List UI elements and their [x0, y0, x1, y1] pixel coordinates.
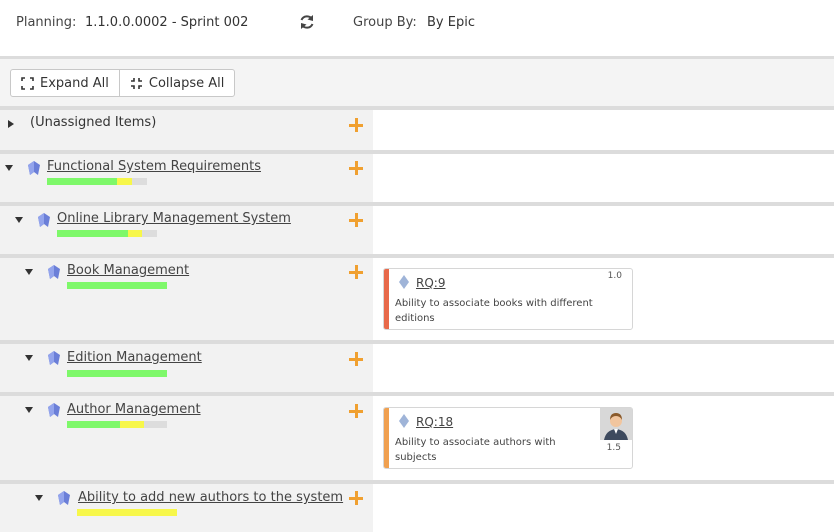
priority-stripe — [384, 269, 389, 329]
epic-icon — [28, 161, 40, 175]
epic-icon — [38, 213, 50, 227]
add-item-icon[interactable] — [349, 352, 363, 366]
owner-avatar[interactable] — [600, 408, 632, 440]
requirement-card[interactable]: RQ:9 1.0 Ability to associate books with… — [383, 268, 633, 330]
epic-title-link[interactable]: Online Library Management System — [57, 211, 291, 226]
requirement-card[interactable]: RQ:18 1.5 Ability to associate authors w… — [383, 407, 633, 469]
planning-label: Planning: — [16, 15, 77, 30]
epic-title-link[interactable]: Author Management — [67, 402, 201, 417]
epic-title-link[interactable]: Ability to add new authors to the system — [78, 490, 343, 505]
expand-collapse-group: Expand All Collapse All — [10, 69, 236, 97]
requirement-icon — [399, 275, 409, 289]
planning-release-selector[interactable]: 1.1.0.0.0002 - Sprint 002 — [85, 15, 248, 30]
collapse-all-button[interactable]: Collapse All — [118, 70, 235, 96]
toolbar: Expand All Collapse All — [0, 59, 834, 106]
add-item-icon[interactable] — [349, 404, 363, 418]
collapse-caret-icon[interactable] — [25, 269, 33, 275]
epic-icon — [48, 265, 60, 279]
epic-progress-bar — [67, 282, 167, 289]
epic-progress-bar — [77, 509, 177, 516]
group-by-label: Group By: — [353, 15, 417, 30]
estimate-points: 1.5 — [606, 443, 621, 453]
collapse-caret-icon[interactable] — [15, 217, 23, 223]
planning-header: Planning: 1.1.0.0.0002 - Sprint 002 Grou… — [0, 0, 834, 56]
requirement-id-link[interactable]: RQ:9 — [416, 276, 445, 290]
epic-icon — [48, 403, 60, 417]
expand-caret-icon[interactable] — [8, 120, 14, 128]
add-item-icon[interactable] — [349, 161, 363, 175]
collapse-caret-icon[interactable] — [5, 165, 13, 171]
epic-progress-bar — [47, 178, 147, 185]
add-item-icon[interactable] — [349, 491, 363, 505]
priority-stripe — [384, 408, 389, 468]
collapse-icon — [130, 77, 142, 89]
board-row-unassigned: (Unassigned Items) — [0, 110, 834, 150]
epic-progress-bar — [67, 421, 167, 428]
board-row-epic: Ability to add new authors to the system — [0, 484, 834, 532]
requirement-description: Ability to associate books with differen… — [395, 298, 593, 324]
collapse-caret-icon[interactable] — [35, 495, 43, 501]
collapse-caret-icon[interactable] — [25, 407, 33, 413]
requirement-icon — [399, 414, 409, 428]
requirement-id-link[interactable]: RQ:18 — [416, 415, 453, 429]
collapse-all-label: Collapse All — [148, 75, 225, 91]
epic-progress-bar — [67, 370, 167, 377]
collapse-caret-icon[interactable] — [25, 355, 33, 361]
epic-icon — [58, 491, 70, 505]
group-by-selector[interactable]: By Epic — [427, 15, 475, 30]
epic-icon — [48, 351, 60, 365]
board-row-epic: Online Library Management System — [0, 206, 834, 254]
row-title: (Unassigned Items) — [30, 115, 157, 130]
epic-title-link[interactable]: Functional System Requirements — [47, 159, 261, 174]
expand-all-button[interactable]: Expand All — [11, 70, 119, 96]
expand-icon — [21, 76, 34, 90]
add-item-icon[interactable] — [349, 118, 363, 132]
epic-progress-bar — [57, 230, 157, 237]
epic-title-link[interactable]: Book Management — [67, 263, 189, 278]
add-item-icon[interactable] — [349, 265, 363, 279]
board-row-epic: Edition Management — [0, 344, 834, 392]
refresh-icon[interactable] — [298, 13, 316, 31]
epic-title-link[interactable]: Edition Management — [67, 350, 202, 365]
requirement-description: Ability to associate authors with subjec… — [395, 437, 556, 463]
add-item-icon[interactable] — [349, 213, 363, 227]
board-row-epic: Functional System Requirements — [0, 154, 834, 202]
estimate-points: 1.0 — [607, 271, 622, 281]
expand-all-label: Expand All — [40, 75, 109, 91]
